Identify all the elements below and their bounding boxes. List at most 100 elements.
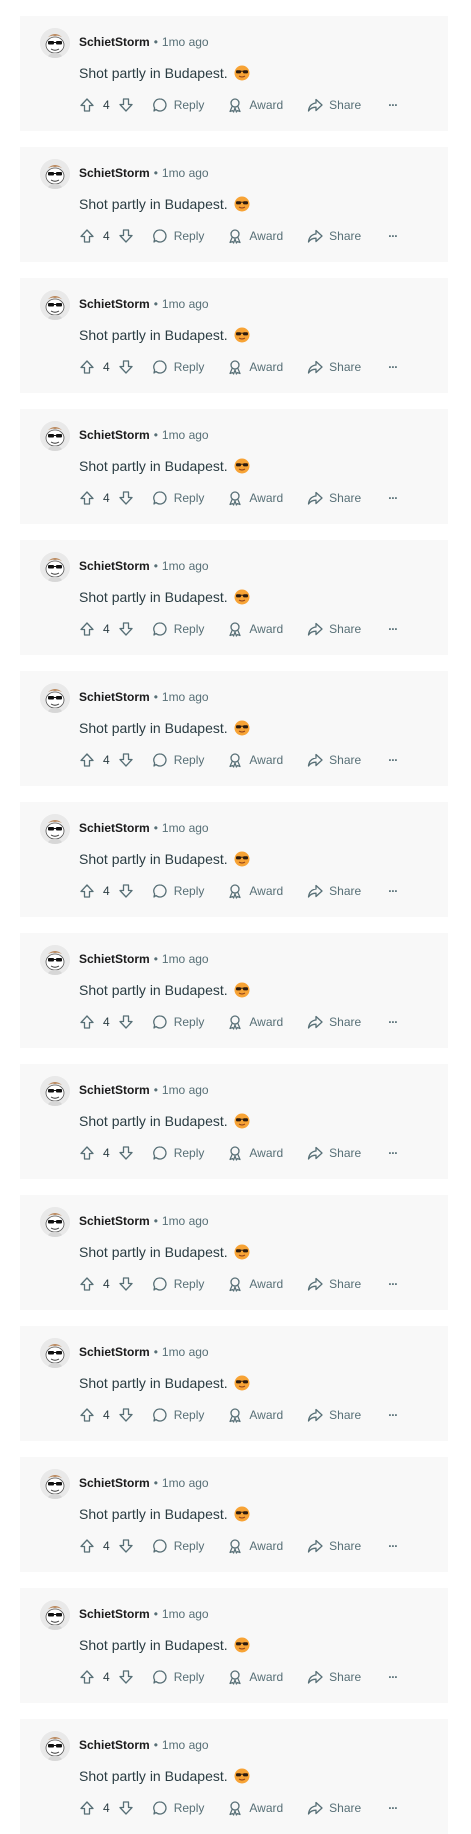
downvote-button[interactable] — [118, 752, 134, 768]
timestamp[interactable]: 1mo ago — [162, 1083, 209, 1097]
award-button[interactable]: Award — [227, 228, 283, 244]
upvote-button[interactable] — [79, 1669, 95, 1685]
snoo-avatar-icon[interactable] — [40, 1207, 70, 1237]
award-button[interactable]: Award — [227, 1145, 283, 1161]
award-button[interactable]: Award — [227, 1800, 283, 1816]
username-link[interactable]: SchietStorm — [79, 821, 150, 835]
snoo-avatar-icon[interactable] — [40, 814, 70, 844]
share-button[interactable]: Share — [307, 490, 361, 506]
award-button[interactable]: Award — [227, 1276, 283, 1292]
award-button[interactable]: Award — [227, 359, 283, 375]
reply-button[interactable]: Reply — [152, 1538, 204, 1554]
more-options-button[interactable]: ··· — [388, 491, 398, 505]
upvote-button[interactable] — [79, 752, 95, 768]
snoo-avatar-icon[interactable] — [40, 1469, 70, 1499]
username-link[interactable]: SchietStorm — [79, 1607, 150, 1621]
downvote-button[interactable] — [118, 228, 134, 244]
snoo-avatar-icon[interactable] — [40, 1338, 70, 1368]
upvote-button[interactable] — [79, 1145, 95, 1161]
downvote-button[interactable] — [118, 621, 134, 637]
timestamp[interactable]: 1mo ago — [162, 35, 209, 49]
upvote-button[interactable] — [79, 1407, 95, 1423]
downvote-button[interactable] — [118, 1276, 134, 1292]
share-button[interactable]: Share — [307, 752, 361, 768]
share-button[interactable]: Share — [307, 1014, 361, 1030]
timestamp[interactable]: 1mo ago — [162, 1214, 209, 1228]
award-button[interactable]: Award — [227, 490, 283, 506]
more-options-button[interactable]: ··· — [388, 1015, 398, 1029]
more-options-button[interactable]: ··· — [388, 1801, 398, 1815]
share-button[interactable]: Share — [307, 1800, 361, 1816]
reply-button[interactable]: Reply — [152, 1014, 204, 1030]
username-link[interactable]: SchietStorm — [79, 166, 150, 180]
timestamp[interactable]: 1mo ago — [162, 1476, 209, 1490]
username-link[interactable]: SchietStorm — [79, 1214, 150, 1228]
more-options-button[interactable]: ··· — [388, 1539, 398, 1553]
reply-button[interactable]: Reply — [152, 621, 204, 637]
reply-button[interactable]: Reply — [152, 1407, 204, 1423]
timestamp[interactable]: 1mo ago — [162, 428, 209, 442]
downvote-button[interactable] — [118, 1669, 134, 1685]
snoo-avatar-icon[interactable] — [40, 683, 70, 713]
more-options-button[interactable]: ··· — [388, 1146, 398, 1160]
upvote-button[interactable] — [79, 1276, 95, 1292]
reply-button[interactable]: Reply — [152, 1145, 204, 1161]
snoo-avatar-icon[interactable] — [40, 421, 70, 451]
timestamp[interactable]: 1mo ago — [162, 690, 209, 704]
upvote-button[interactable] — [79, 883, 95, 899]
more-options-button[interactable]: ··· — [388, 229, 398, 243]
username-link[interactable]: SchietStorm — [79, 1083, 150, 1097]
timestamp[interactable]: 1mo ago — [162, 821, 209, 835]
share-button[interactable]: Share — [307, 1538, 361, 1554]
reply-button[interactable]: Reply — [152, 97, 204, 113]
downvote-button[interactable] — [118, 883, 134, 899]
award-button[interactable]: Award — [227, 1407, 283, 1423]
username-link[interactable]: SchietStorm — [79, 35, 150, 49]
award-button[interactable]: Award — [227, 1014, 283, 1030]
reply-button[interactable]: Reply — [152, 490, 204, 506]
more-options-button[interactable]: ··· — [388, 753, 398, 767]
more-options-button[interactable]: ··· — [388, 622, 398, 636]
reply-button[interactable]: Reply — [152, 228, 204, 244]
snoo-avatar-icon[interactable] — [40, 1731, 70, 1761]
snoo-avatar-icon[interactable] — [40, 1076, 70, 1106]
timestamp[interactable]: 1mo ago — [162, 166, 209, 180]
more-options-button[interactable]: ··· — [388, 98, 398, 112]
reply-button[interactable]: Reply — [152, 883, 204, 899]
share-button[interactable]: Share — [307, 621, 361, 637]
upvote-button[interactable] — [79, 1538, 95, 1554]
reply-button[interactable]: Reply — [152, 1800, 204, 1816]
username-link[interactable]: SchietStorm — [79, 690, 150, 704]
award-button[interactable]: Award — [227, 752, 283, 768]
award-button[interactable]: Award — [227, 883, 283, 899]
snoo-avatar-icon[interactable] — [40, 28, 70, 58]
upvote-button[interactable] — [79, 228, 95, 244]
snoo-avatar-icon[interactable] — [40, 552, 70, 582]
upvote-button[interactable] — [79, 1014, 95, 1030]
timestamp[interactable]: 1mo ago — [162, 1738, 209, 1752]
share-button[interactable]: Share — [307, 1407, 361, 1423]
timestamp[interactable]: 1mo ago — [162, 952, 209, 966]
username-link[interactable]: SchietStorm — [79, 1476, 150, 1490]
upvote-button[interactable] — [79, 97, 95, 113]
snoo-avatar-icon[interactable] — [40, 1600, 70, 1630]
downvote-button[interactable] — [118, 1538, 134, 1554]
share-button[interactable]: Share — [307, 1669, 361, 1685]
username-link[interactable]: SchietStorm — [79, 952, 150, 966]
downvote-button[interactable] — [118, 490, 134, 506]
upvote-button[interactable] — [79, 621, 95, 637]
downvote-button[interactable] — [118, 97, 134, 113]
reply-button[interactable]: Reply — [152, 1276, 204, 1292]
more-options-button[interactable]: ··· — [388, 1408, 398, 1422]
username-link[interactable]: SchietStorm — [79, 428, 150, 442]
share-button[interactable]: Share — [307, 1276, 361, 1292]
share-button[interactable]: Share — [307, 228, 361, 244]
more-options-button[interactable]: ··· — [388, 1277, 398, 1291]
downvote-button[interactable] — [118, 359, 134, 375]
share-button[interactable]: Share — [307, 97, 361, 113]
upvote-button[interactable] — [79, 1800, 95, 1816]
snoo-avatar-icon[interactable] — [40, 159, 70, 189]
downvote-button[interactable] — [118, 1800, 134, 1816]
timestamp[interactable]: 1mo ago — [162, 559, 209, 573]
username-link[interactable]: SchietStorm — [79, 297, 150, 311]
